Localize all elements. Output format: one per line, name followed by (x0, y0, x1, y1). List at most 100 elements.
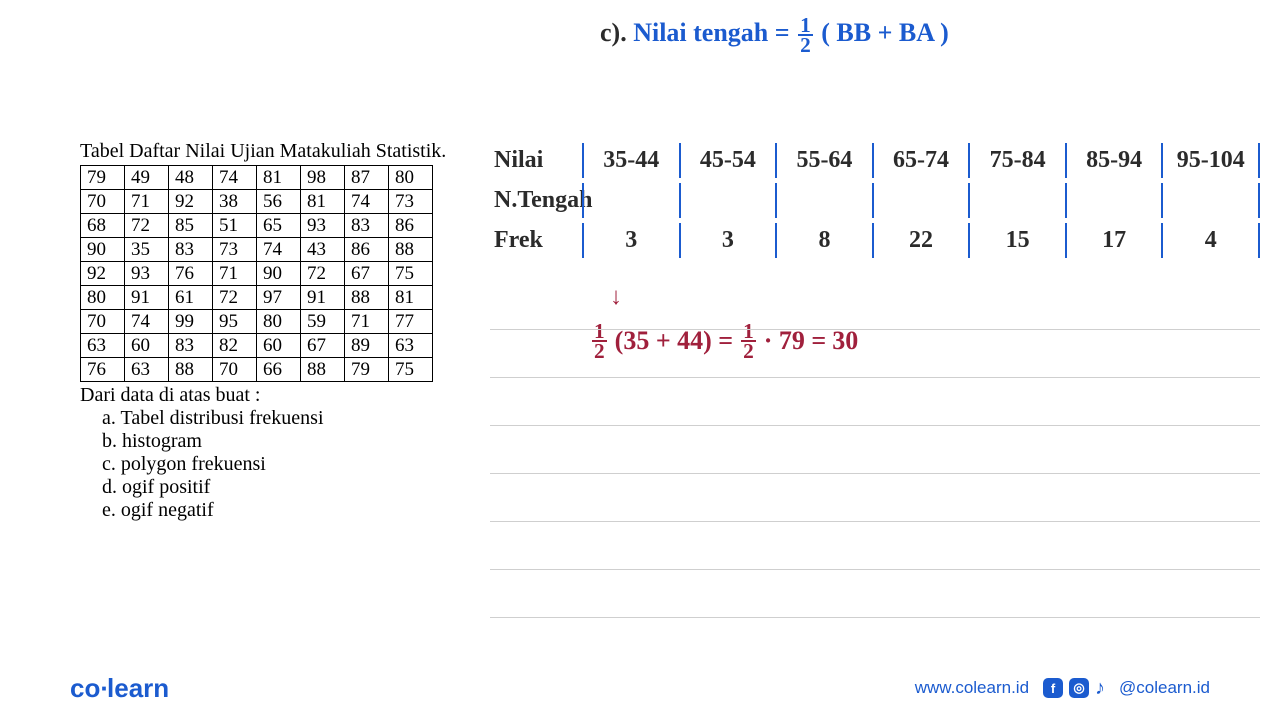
data-cell: 83 (169, 334, 213, 358)
freq-cell: 17 (1065, 223, 1162, 258)
data-cell: 88 (301, 358, 345, 382)
ntengah-cell (1065, 183, 1162, 218)
data-cell: 80 (257, 310, 301, 334)
data-cell: 72 (125, 214, 169, 238)
data-cell: 63 (81, 334, 125, 358)
table-title: Tabel Daftar Nilai Ujian Matakuliah Stat… (80, 140, 480, 163)
data-cell: 56 (257, 190, 301, 214)
data-cell: 72 (301, 262, 345, 286)
data-cell: 92 (169, 190, 213, 214)
data-cell: 61 (169, 286, 213, 310)
data-cell: 79 (81, 166, 125, 190)
frequency-table: Nilai 35-4445-5455-6465-7475-8485-9495-1… (490, 140, 1260, 260)
data-cell: 98 (301, 166, 345, 190)
prompt-intro: Dari data di atas buat : (80, 384, 480, 407)
freq-cell: 3 (582, 223, 679, 258)
formula-text: Nilai tengah = 1 2 ( BB + BA ) (633, 18, 949, 47)
data-cell: 87 (345, 166, 389, 190)
data-cell: 80 (81, 286, 125, 310)
data-cell: 88 (389, 238, 433, 262)
data-cell: 76 (81, 358, 125, 382)
freq-cell: 22 (872, 223, 969, 258)
ntengah-cell (582, 183, 679, 218)
data-cell: 67 (345, 262, 389, 286)
data-cell: 48 (169, 166, 213, 190)
data-cell: 43 (301, 238, 345, 262)
footer-bar: co·learn www.colearn.id f ◎ ♪ @colearn.i… (0, 670, 1280, 706)
data-cell: 91 (301, 286, 345, 310)
interval-cell: 85-94 (1065, 143, 1162, 178)
data-cell: 70 (213, 358, 257, 382)
data-cell: 38 (213, 190, 257, 214)
data-cell: 75 (389, 358, 433, 382)
formula-header: c). Nilai tengah = 1 2 ( BB + BA ) (600, 16, 1250, 54)
ntengah-cell (775, 183, 872, 218)
data-cell: 82 (213, 334, 257, 358)
data-cell: 97 (257, 286, 301, 310)
data-cell: 83 (345, 214, 389, 238)
lined-paper-bg (490, 282, 1260, 618)
data-cell: 74 (345, 190, 389, 214)
interval-cells: 35-4445-5455-6465-7475-8485-9495-104 (582, 143, 1260, 178)
social-icons: f ◎ ♪ (1043, 677, 1105, 700)
tiktok-icon: ♪ (1095, 677, 1105, 700)
data-cell: 49 (125, 166, 169, 190)
part-label: c). (600, 18, 627, 47)
data-cell: 99 (169, 310, 213, 334)
data-cell: 81 (389, 286, 433, 310)
data-cell: 86 (345, 238, 389, 262)
freq-cell: 4 (1161, 223, 1260, 258)
data-cell: 67 (301, 334, 345, 358)
data-cell: 93 (125, 262, 169, 286)
data-cell: 90 (257, 262, 301, 286)
data-cell: 60 (125, 334, 169, 358)
raw-data-table: 7949487481988780707192385681747368728551… (80, 165, 433, 382)
interval-cell: 75-84 (968, 143, 1065, 178)
data-cell: 60 (257, 334, 301, 358)
freq-cell: 3 (679, 223, 776, 258)
data-cell: 93 (301, 214, 345, 238)
interval-cell: 95-104 (1161, 143, 1260, 178)
data-cell: 73 (389, 190, 433, 214)
data-cell: 65 (257, 214, 301, 238)
ntengah-cell (872, 183, 969, 218)
prompt-item: c. polygon frekuensi (102, 453, 480, 476)
prompt-item: a. Tabel distribusi frekuensi (102, 407, 480, 430)
row-label-nilai: Nilai (490, 147, 582, 174)
row-label-ntengah: N.Tengah (490, 187, 582, 214)
data-cell: 75 (389, 262, 433, 286)
data-cell: 76 (169, 262, 213, 286)
data-cell: 66 (257, 358, 301, 382)
data-cell: 83 (169, 238, 213, 262)
data-cell: 35 (125, 238, 169, 262)
data-cell: 80 (389, 166, 433, 190)
interval-cell: 45-54 (679, 143, 776, 178)
ntengah-cell (679, 183, 776, 218)
interval-cell: 35-44 (582, 143, 679, 178)
interval-cell: 65-74 (872, 143, 969, 178)
data-cell: 81 (257, 166, 301, 190)
data-cell: 77 (389, 310, 433, 334)
data-cell: 95 (213, 310, 257, 334)
prompt-list: a. Tabel distribusi frekuensib. histogra… (80, 407, 480, 522)
data-cell: 74 (213, 166, 257, 190)
data-cell: 72 (213, 286, 257, 310)
freq-cell: 15 (968, 223, 1065, 258)
data-cell: 68 (81, 214, 125, 238)
data-cell: 63 (125, 358, 169, 382)
footer-handle: @colearn.id (1119, 678, 1210, 698)
data-cell: 88 (169, 358, 213, 382)
data-cell: 71 (125, 190, 169, 214)
data-cell: 81 (301, 190, 345, 214)
data-cell: 73 (213, 238, 257, 262)
prompt-item: b. histogram (102, 430, 480, 453)
fraction-half: 1 2 (798, 16, 813, 54)
data-cell: 63 (389, 334, 433, 358)
data-cell: 88 (345, 286, 389, 310)
data-cell: 89 (345, 334, 389, 358)
data-cell: 74 (257, 238, 301, 262)
row-label-frek: Frek (490, 227, 582, 254)
data-cell: 70 (81, 190, 125, 214)
prompt-item: d. ogif positif (102, 476, 480, 499)
data-cell: 74 (125, 310, 169, 334)
